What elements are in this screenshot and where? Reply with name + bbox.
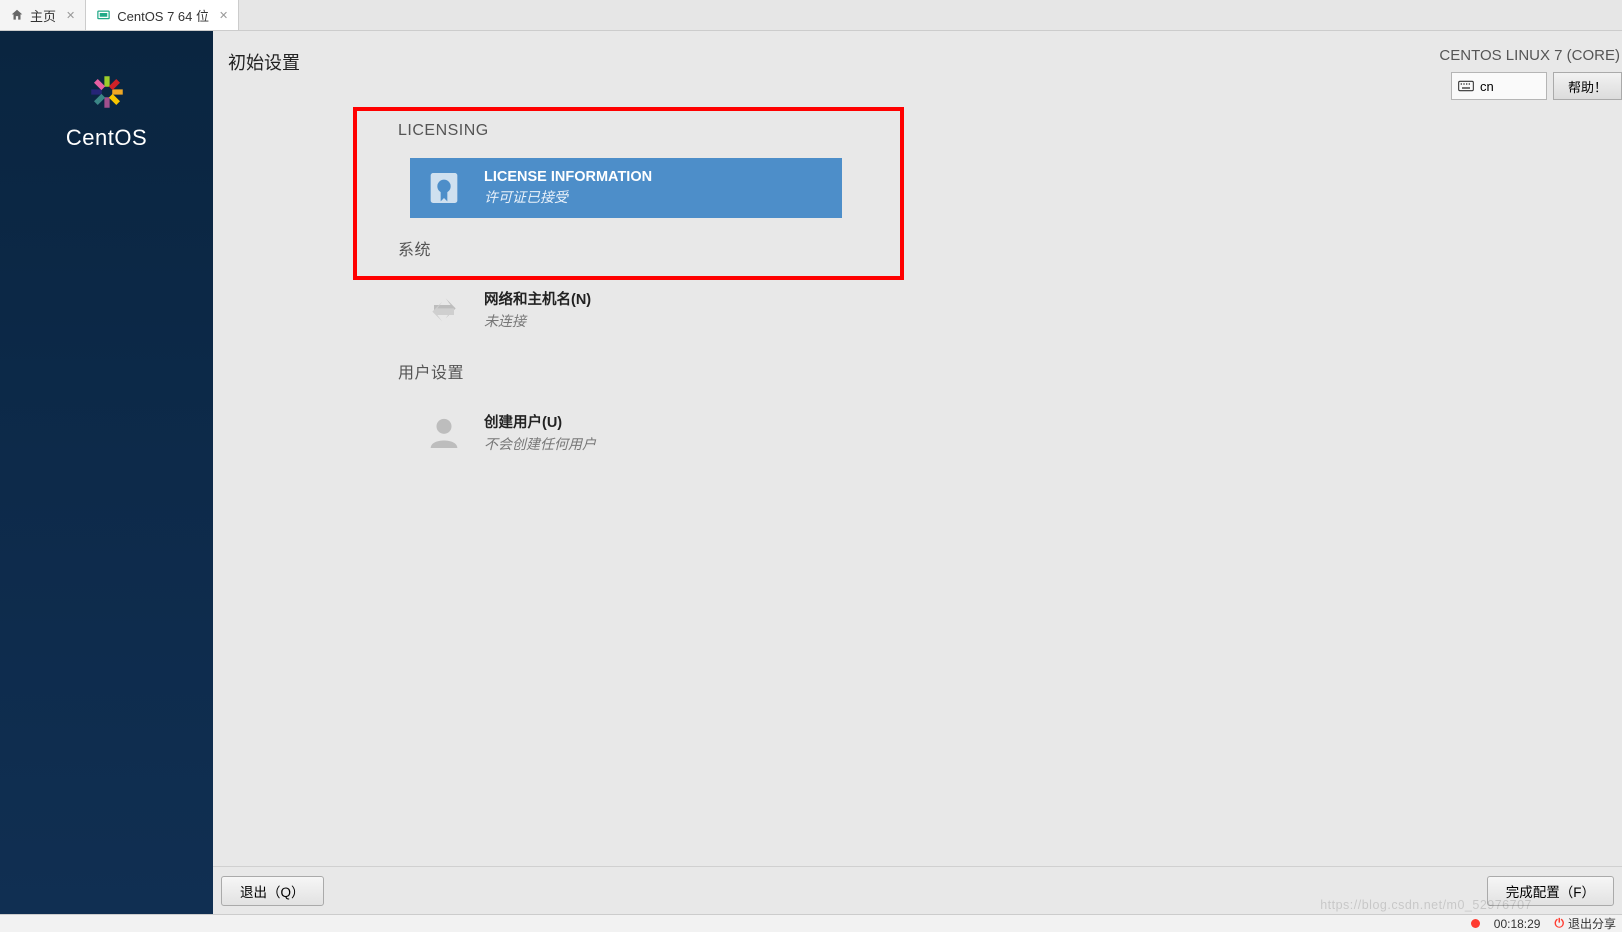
spoke-license-title: LICENSE INFORMATION xyxy=(484,169,652,185)
network-icon xyxy=(424,290,464,330)
top-right-controls: CENTOS LINUX 7 (CORE) cn 帮助！ xyxy=(1439,47,1622,100)
spoke-network-status: 未连接 xyxy=(484,311,591,331)
tab-home[interactable]: 主页 ✕ xyxy=(0,0,86,30)
content-pane: 初始设置 CENTOS LINUX 7 (CORE) cn 帮助！ LICENS… xyxy=(213,31,1622,914)
section-user-header: 用户设置 xyxy=(398,359,1078,383)
close-icon[interactable]: ✕ xyxy=(219,9,228,22)
vm-tab-bar: 主页 ✕ CentOS 7 64 位 ✕ xyxy=(0,0,1622,31)
status-bar: 00:18:29 ⏻ 退出分享 xyxy=(0,914,1622,932)
distro-label: CENTOS LINUX 7 (CORE) xyxy=(1439,47,1622,64)
section-system-header: 系统 xyxy=(398,236,1078,260)
spoke-hub: LICENSING LICENSE INFORMATION 许可证已接受 系统 … xyxy=(398,116,1078,472)
page-title: 初始设置 xyxy=(228,49,300,75)
tab-vm-label: CentOS 7 64 位 xyxy=(117,6,209,25)
home-icon xyxy=(10,8,24,22)
keyboard-icon xyxy=(1458,80,1474,92)
keyboard-layout-code: cn xyxy=(1480,79,1494,94)
tab-home-label: 主页 xyxy=(30,6,56,25)
spoke-license[interactable]: LICENSE INFORMATION 许可证已接受 xyxy=(410,158,842,218)
finish-config-button[interactable]: 完成配置（F） xyxy=(1487,876,1614,906)
action-bar: 退出（Q） 完成配置（F） xyxy=(213,866,1622,914)
keyboard-layout-selector[interactable]: cn xyxy=(1451,72,1547,100)
quit-button[interactable]: 退出（Q） xyxy=(221,876,324,906)
spoke-user-title: 创建用户(U) xyxy=(484,411,596,432)
sidebar: CentOS xyxy=(0,31,213,914)
help-button[interactable]: 帮助！ xyxy=(1553,72,1622,100)
section-licensing-header: LICENSING xyxy=(398,122,1078,140)
recording-indicator-icon xyxy=(1471,919,1480,928)
centos-wordmark: CentOS xyxy=(66,125,147,151)
spoke-license-status: 许可证已接受 xyxy=(484,187,652,207)
license-icon xyxy=(424,168,464,208)
power-icon: ⏻ xyxy=(1554,916,1564,931)
user-icon xyxy=(424,413,464,453)
spoke-user-status: 不会创建任何用户 xyxy=(484,434,596,454)
close-icon[interactable]: ✕ xyxy=(66,9,75,22)
exit-share-button[interactable]: ⏻ 退出分享 xyxy=(1554,915,1616,932)
main-area: CentOS 初始设置 CENTOS LINUX 7 (CORE) cn 帮助！… xyxy=(0,31,1622,914)
spoke-network[interactable]: 网络和主机名(N) 未连接 xyxy=(410,278,842,341)
vm-icon xyxy=(96,8,111,23)
tab-vm[interactable]: CentOS 7 64 位 ✕ xyxy=(86,0,239,30)
spoke-create-user[interactable]: 创建用户(U) 不会创建任何用户 xyxy=(410,401,842,464)
centos-logo-icon xyxy=(86,71,128,113)
spoke-network-title: 网络和主机名(N) xyxy=(484,288,591,309)
recording-time: 00:18:29 xyxy=(1494,917,1541,931)
